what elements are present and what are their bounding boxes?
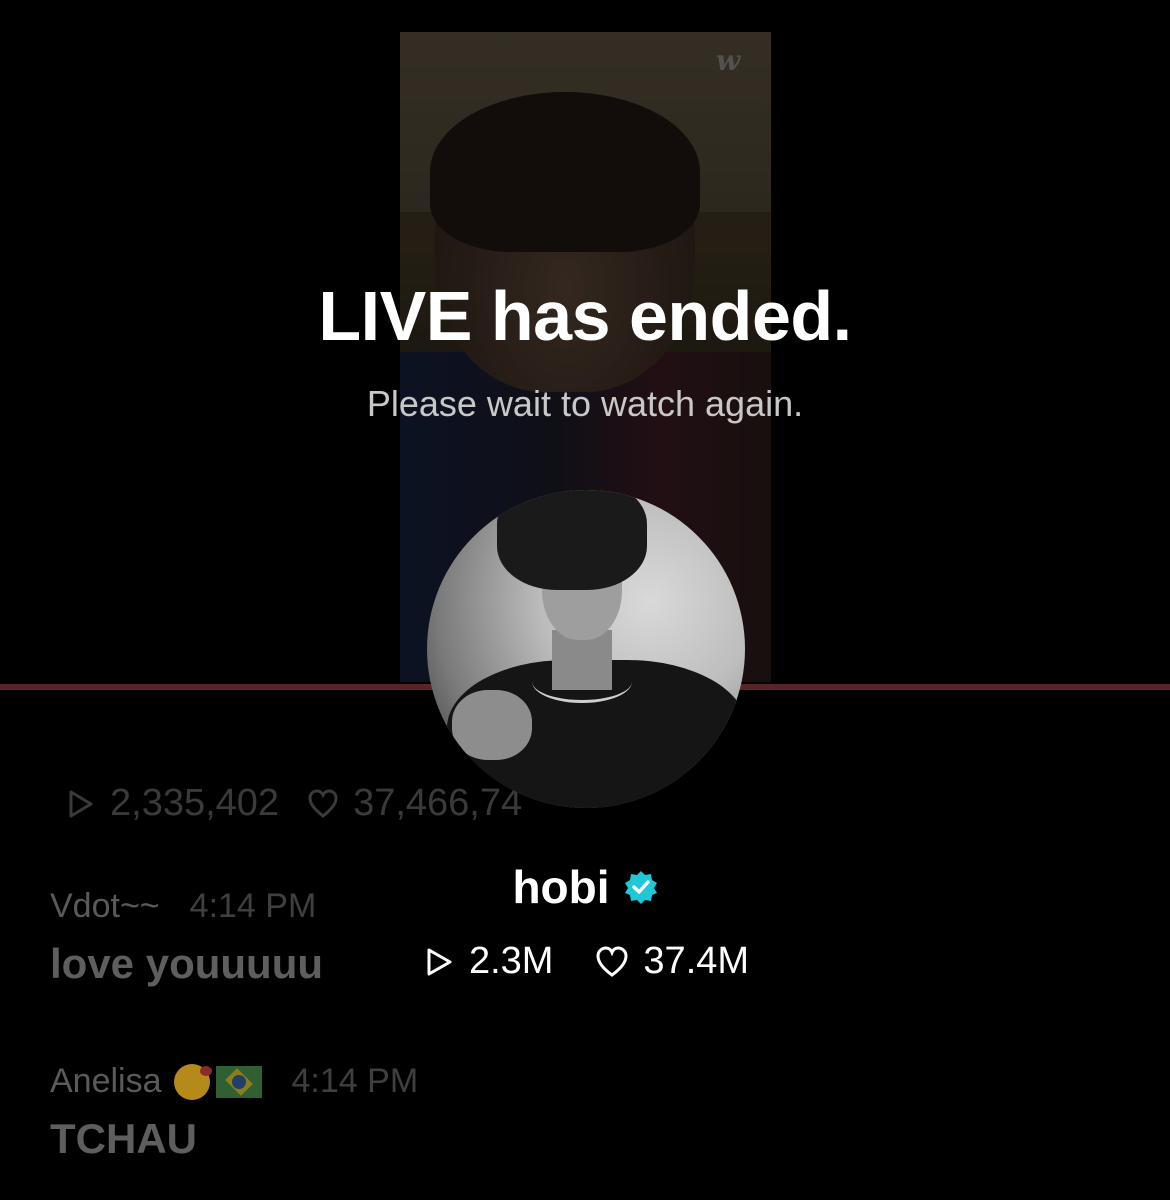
- chat-text: TCHAU: [50, 1115, 197, 1162]
- likes-count: 37.4M: [643, 940, 750, 982]
- brazil-flag-icon: [215, 1065, 262, 1098]
- kiss-emoji-icon: [173, 1063, 212, 1100]
- verified-badge-icon: [624, 871, 657, 904]
- background-plays-count: 2,335,402: [110, 782, 280, 824]
- chat-username: Anelisa: [50, 1062, 162, 1100]
- chat-message: Anelisa 4:14 PM TCHAU: [50, 1062, 418, 1163]
- avatar-figure-chain: [532, 660, 632, 703]
- live-ended-title: LIVE has ended.: [318, 277, 852, 355]
- artist-name[interactable]: hobi: [512, 860, 609, 914]
- plays-count: 2.3M: [468, 940, 554, 982]
- live-ended-screen: w 2,335,402 37,466,74 Vdot~~ 4:14 PM lov…: [0, 0, 1170, 1200]
- play-icon: [69, 790, 93, 817]
- heart-icon: [596, 945, 628, 977]
- artist-name-row: hobi: [0, 860, 1170, 914]
- avatar-figure-hair: [497, 490, 647, 590]
- heart-icon: [308, 788, 338, 818]
- chat-time: 4:14 PM: [291, 1062, 419, 1100]
- artist-avatar[interactable]: [427, 490, 745, 808]
- artist-stats: 2.3M 37.4M: [0, 940, 1170, 983]
- avatar-figure-hand: [452, 690, 532, 760]
- live-ended-subtitle: Please wait to watch again.: [366, 383, 804, 424]
- play-icon: [427, 948, 452, 975]
